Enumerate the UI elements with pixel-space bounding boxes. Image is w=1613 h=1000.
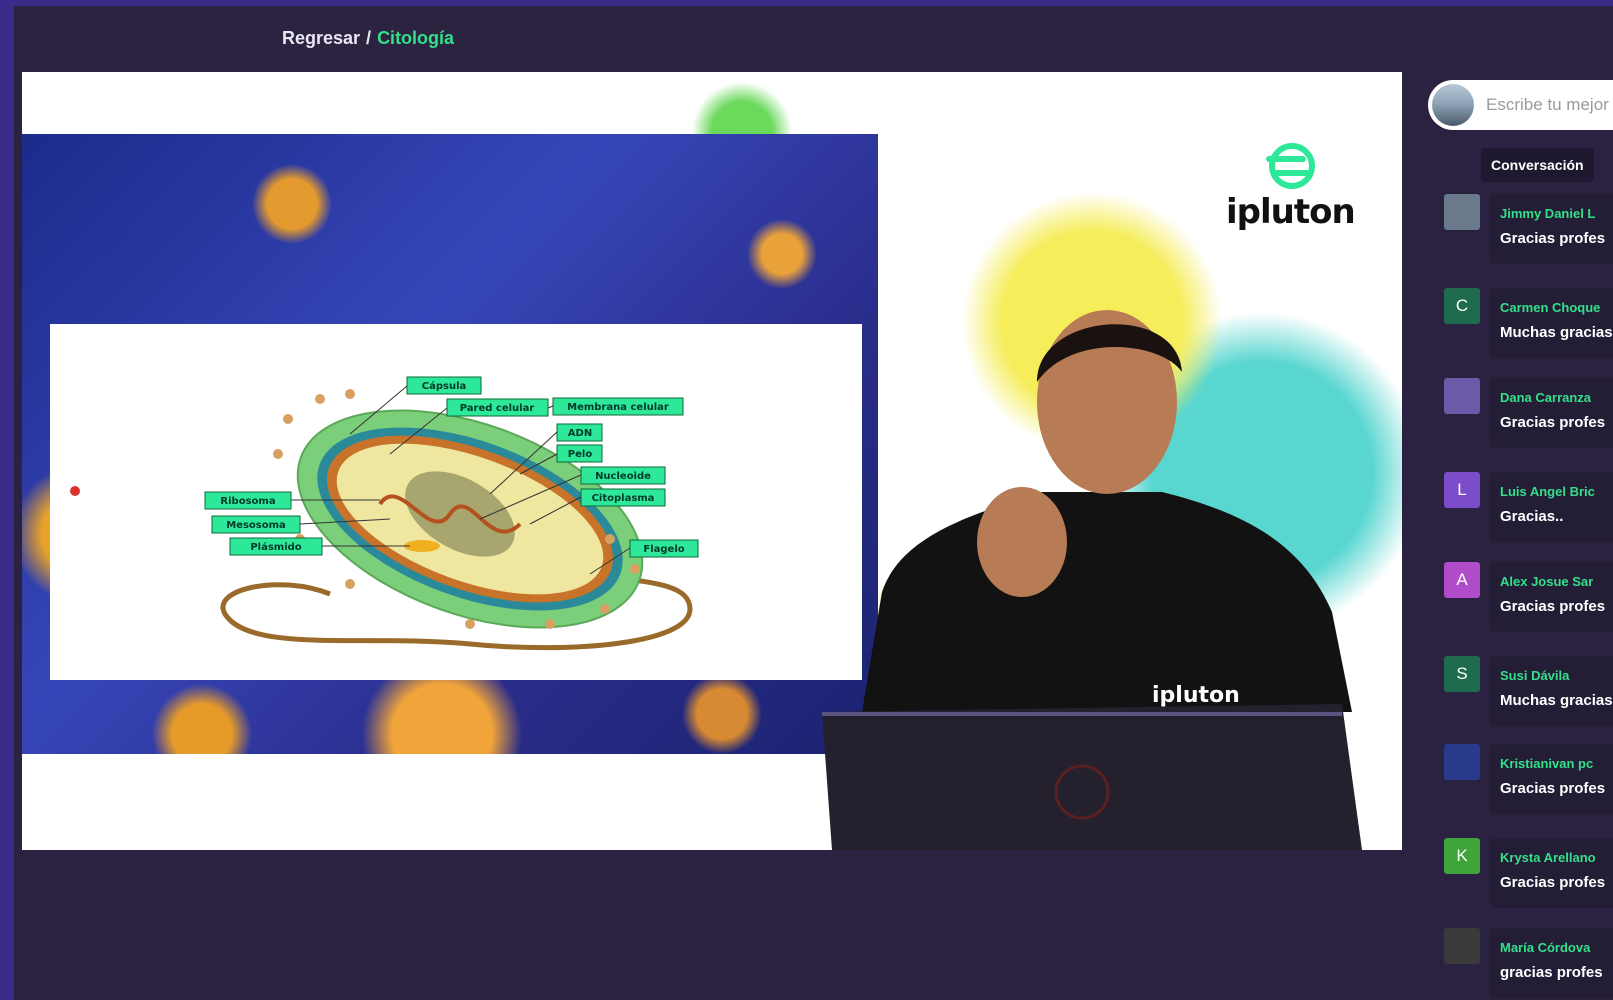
label-adn: ADN (568, 428, 592, 439)
avatar: L (1444, 472, 1480, 508)
avatar: A (1444, 562, 1480, 598)
message-author: Kristianivan pc (1500, 756, 1594, 771)
chat-sidebar: Conversación Jimmy Daniel L Gracias prof… (1414, 72, 1613, 1000)
ipluton-logo: ipluton (1214, 134, 1368, 264)
message-text: Gracias profes (1500, 780, 1606, 797)
list-item: S Susi Dávila Muchas gracias (1444, 656, 1613, 728)
breadcrumb: Regresar / Citología (282, 28, 454, 49)
message-text: Gracias profes (1500, 874, 1606, 891)
list-item: K Krysta Arellano Gracias profes (1444, 838, 1613, 910)
label-plasmido: Plásmido (250, 541, 301, 553)
window-frame-left (0, 0, 14, 1000)
slide-background: Cápsula Pared celular Membrana celular A… (22, 134, 878, 754)
message-bubble: Luis Angel Bric Gracias.. (1490, 472, 1613, 542)
avatar (1444, 928, 1480, 964)
avatar (1444, 194, 1480, 230)
list-item: Dana Carranza Gracias profes (1444, 378, 1613, 450)
breadcrumb-current: Citología (377, 28, 455, 48)
label-nucleoide: Nucleoide (595, 471, 651, 482)
avatar: C (1444, 288, 1480, 324)
list-item: A Alex Josue Sar Gracias profes (1444, 562, 1613, 634)
slide-content: Cápsula Pared celular Membrana celular A… (50, 324, 862, 680)
avatar (1444, 744, 1480, 780)
list-item: Jimmy Daniel L Gracias profes (1444, 194, 1613, 266)
laser-pointer-dot (70, 486, 80, 496)
label-pared: Pared celular (460, 403, 535, 414)
message-author: Carmen Choque (1500, 300, 1601, 315)
label-citoplasma: Citoplasma (592, 493, 655, 504)
ipluton-logo-icon (1266, 143, 1315, 189)
message-text: Muchas gracias (1500, 692, 1613, 709)
user-avatar (1432, 84, 1474, 126)
list-item: María Córdova gracias profes (1444, 928, 1613, 1000)
avatar: K (1444, 838, 1480, 874)
tab-conversation[interactable]: Conversación (1481, 148, 1594, 182)
message-bubble: Jimmy Daniel L Gracias profes (1490, 194, 1613, 264)
label-capsula: Cápsula (422, 380, 467, 392)
message-text: Gracias profes (1500, 598, 1606, 615)
message-author: Luis Angel Bric (1500, 484, 1595, 499)
logo-text: ipluton (1226, 192, 1356, 232)
comment-box (1428, 80, 1613, 130)
label-mesosoma: Mesosoma (226, 520, 286, 531)
message-author: Jimmy Daniel L (1500, 206, 1596, 221)
message-text: Gracias profes (1500, 414, 1606, 431)
message-author: Susi Dávila (1500, 668, 1570, 683)
message-bubble: Carmen Choque Muchas gracias (1490, 288, 1613, 358)
message-author: Dana Carranza (1500, 390, 1592, 405)
label-pelo: Pelo (568, 449, 593, 460)
bacteria-diagram: Cápsula Pared celular Membrana celular A… (204, 376, 699, 651)
message-bubble: Alex Josue Sar Gracias profes (1490, 562, 1613, 632)
message-text: Gracias profes (1500, 230, 1606, 247)
comment-input[interactable] (1486, 90, 1613, 120)
message-bubble: Krysta Arellano Gracias profes (1490, 838, 1613, 908)
top-bar (14, 6, 1613, 70)
message-text: Muchas gracias (1500, 324, 1613, 341)
avatar (1444, 378, 1480, 414)
list-item: L Luis Angel Bric Gracias.. (1444, 472, 1613, 544)
message-author: María Córdova (1500, 940, 1591, 955)
label-flagelo: Flagelo (643, 544, 684, 555)
message-bubble: Susi Dávila Muchas gracias (1490, 656, 1613, 726)
message-bubble: Dana Carranza Gracias profes (1490, 378, 1613, 448)
presenter-figure: ipluton (822, 310, 1362, 850)
list-item: C Carmen Choque Muchas gracias (1444, 288, 1613, 360)
message-bubble: Kristianivan pc Gracias profes (1490, 744, 1613, 814)
label-membrana: Membrana celular (567, 402, 669, 413)
avatar: S (1444, 656, 1480, 692)
message-author: Alex Josue Sar (1500, 574, 1594, 589)
shirt-text: ipluton (1152, 683, 1240, 708)
list-item: Kristianivan pc Gracias profes (1444, 744, 1613, 816)
breadcrumb-separator: / (366, 28, 372, 48)
message-author: Krysta Arellano (1500, 850, 1596, 865)
message-text: Gracias.. (1500, 508, 1564, 525)
label-ribosoma: Ribosoma (220, 496, 275, 507)
message-text: gracias profes (1500, 964, 1603, 981)
video-player[interactable]: Cápsula Pared celular Membrana celular A… (22, 72, 1402, 850)
message-bubble: María Córdova gracias profes (1490, 928, 1613, 998)
back-link[interactable]: Regresar (282, 28, 360, 48)
